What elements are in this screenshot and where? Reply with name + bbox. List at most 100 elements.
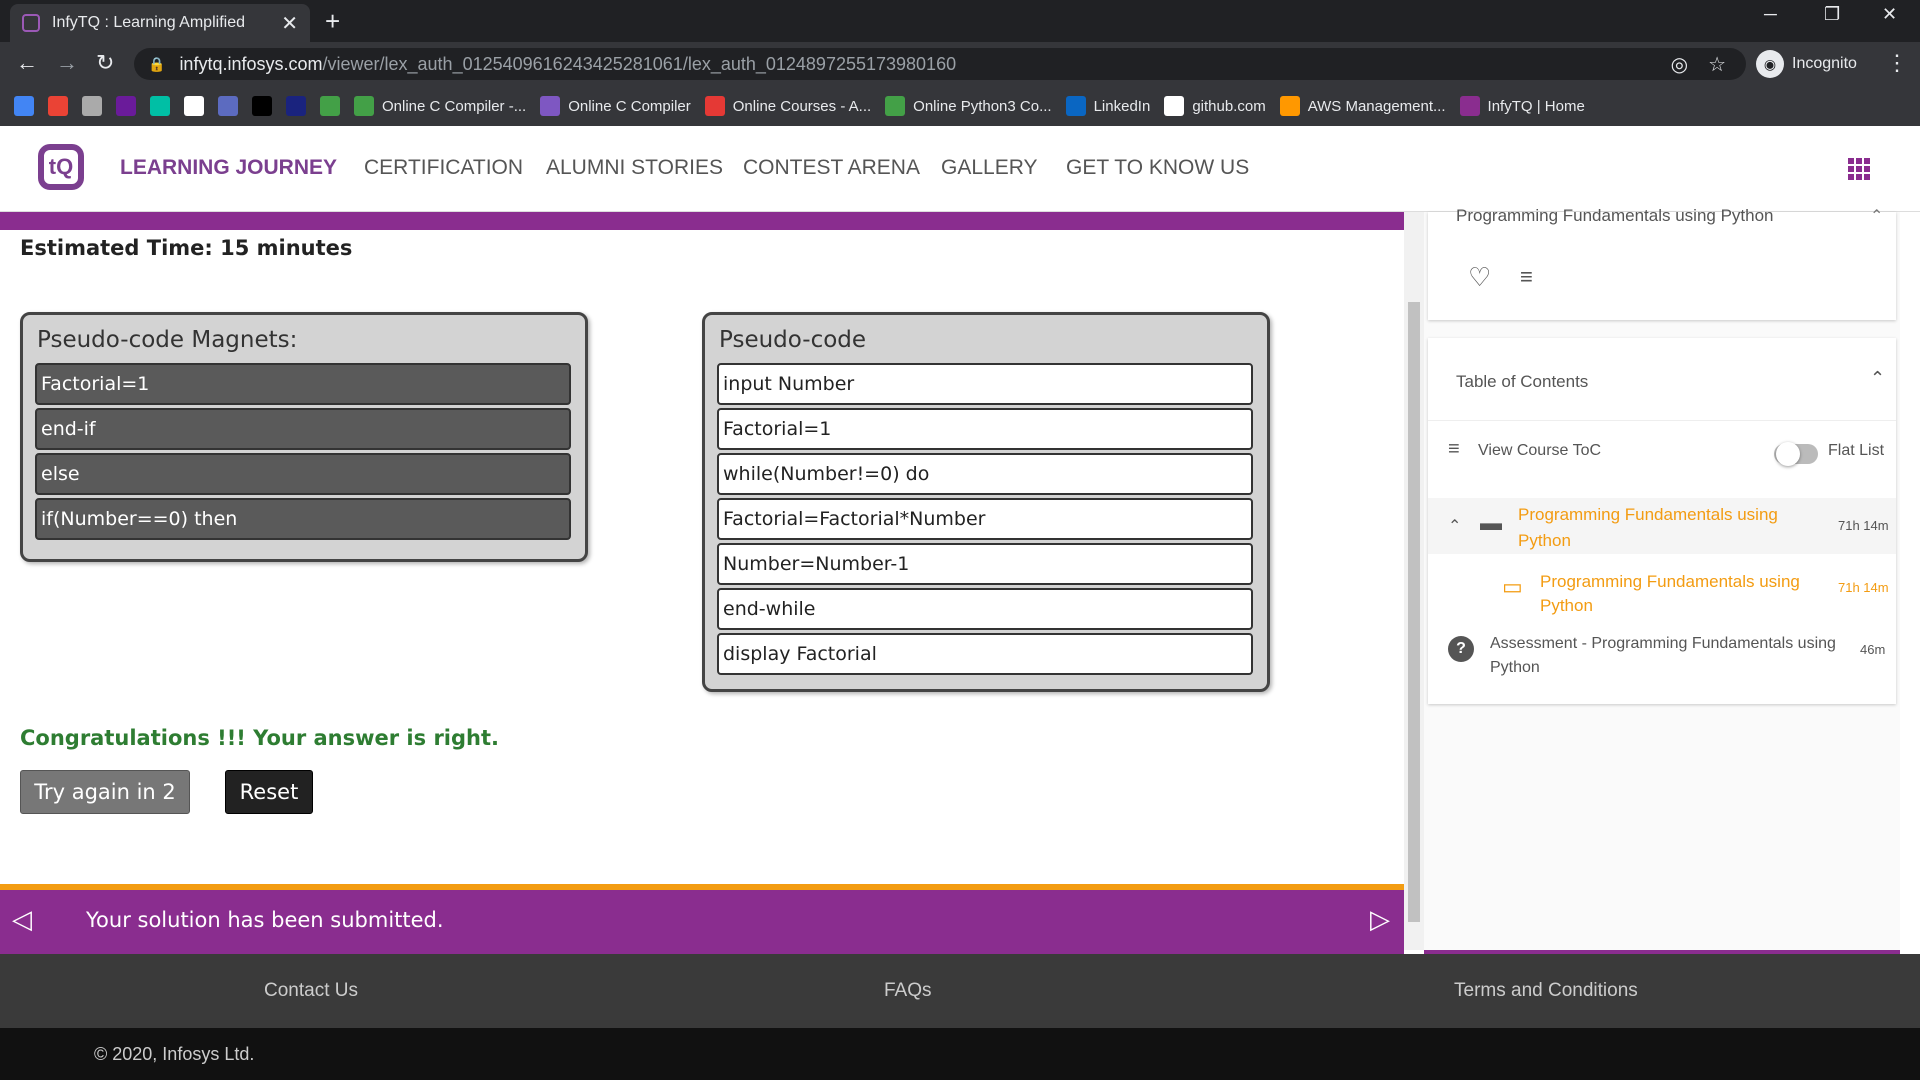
bookmark-item[interactable] <box>82 96 102 116</box>
contact-us-link[interactable]: Contact Us <box>264 980 358 1002</box>
try-again-button[interactable]: Try again in 2 <box>20 770 190 814</box>
bookmark-favicon-icon <box>885 96 906 116</box>
course-card: Programming Fundamentals using Python ⌃ … <box>1428 206 1896 320</box>
toc-item-course[interactable]: ▭ Programming Fundamentals using Python … <box>1428 566 1896 618</box>
nav-certification[interactable]: CERTIFICATION <box>364 156 523 180</box>
toc-item-title[interactable]: Assessment - Programming Fundamentals us… <box>1490 632 1840 680</box>
magnet-item[interactable]: else <box>35 453 571 495</box>
infytq-logo[interactable]: tQ <box>38 144 84 190</box>
code-line[interactable]: while(Number!=0) do <box>717 453 1253 495</box>
back-icon[interactable]: ← <box>16 50 38 76</box>
content-scrollbar[interactable] <box>1404 212 1424 950</box>
reload-icon[interactable]: ↻ <box>96 50 114 76</box>
bookmark-item[interactable]: AWS Management... <box>1279 96 1446 116</box>
toc-item-title[interactable]: Programming Fundamentals using Python <box>1518 502 1818 554</box>
forward-icon[interactable]: → <box>56 50 78 76</box>
toc-controls: ≡ View Course ToC Flat List <box>1428 438 1896 468</box>
code-line[interactable]: display Factorial <box>717 633 1253 675</box>
close-window-icon[interactable]: ✕ <box>1882 4 1897 25</box>
new-tab-icon[interactable]: + <box>325 6 340 37</box>
apps-grid-icon[interactable] <box>1848 158 1870 180</box>
chevron-up-icon[interactable]: ⌃ <box>1448 516 1461 536</box>
bookmark-favicon-icon <box>48 96 68 116</box>
bookmark-item[interactable] <box>150 96 170 116</box>
site-footer: Contact Us FAQs Terms and Conditions <box>0 954 1920 1028</box>
code-line[interactable]: input Number <box>717 363 1253 405</box>
toc-item-title[interactable]: Programming Fundamentals using Python <box>1540 570 1820 618</box>
course-sidebar: Programming Fundamentals using Python ⌃ … <box>1424 206 1900 954</box>
browser-tab[interactable]: InfyTQ : Learning Amplified ✕ <box>10 4 310 42</box>
code-line[interactable]: Number=Number-1 <box>717 543 1253 585</box>
url-input[interactable]: 🔒 infytq.infosys.com/viewer/lex_auth_012… <box>134 48 1746 80</box>
minimize-icon[interactable]: ─ <box>1764 4 1777 25</box>
collapse-icon[interactable]: ⌃ <box>1870 206 1883 226</box>
toc-item-module[interactable]: ⌃ ▬ Programming Fundamentals using Pytho… <box>1428 498 1896 554</box>
bookmark-item[interactable]: InfyTQ | Home <box>1459 96 1585 116</box>
next-icon[interactable]: ▷ <box>1370 904 1390 935</box>
bookmark-item[interactable] <box>184 96 204 116</box>
bookmark-item[interactable]: Online Courses - A... <box>704 96 872 116</box>
toc-item-assessment[interactable]: ? Assessment - Programming Fundamentals … <box>1428 630 1896 682</box>
bookmark-item[interactable]: Online C Compiler <box>540 96 691 116</box>
code-line[interactable]: Factorial=Factorial*Number <box>717 498 1253 540</box>
list-icon[interactable]: ≡ <box>1520 264 1533 290</box>
bookmark-label: Online C Compiler -... <box>382 97 527 115</box>
chevron-up-icon[interactable]: ⌃ <box>1870 368 1885 389</box>
flat-list-toggle[interactable] <box>1774 442 1818 466</box>
bookmark-item[interactable] <box>252 96 272 116</box>
browser-menu-icon[interactable]: ⋮ <box>1886 50 1908 76</box>
bookmark-item[interactable] <box>48 96 68 116</box>
scrollbar-thumb[interactable] <box>1408 302 1420 922</box>
bookmark-item[interactable] <box>218 96 238 116</box>
restore-icon[interactable]: ❐ <box>1824 4 1840 25</box>
bookmark-item[interactable] <box>14 96 34 116</box>
nav-gallery[interactable]: GALLERY <box>941 156 1038 180</box>
view-toc-link[interactable]: View Course ToC <box>1478 442 1601 460</box>
nav-alumni-stories[interactable]: ALUMNI STORIES <box>546 156 723 180</box>
terms-link[interactable]: Terms and Conditions <box>1454 980 1638 1002</box>
previous-icon[interactable]: ◁ <box>12 904 32 935</box>
nav-get-to-know-us[interactable]: GET TO KNOW US <box>1066 156 1249 180</box>
incognito-label: Incognito <box>1792 55 1857 72</box>
bookmark-label: Online Python3 Co... <box>913 97 1052 115</box>
code-line[interactable]: end-while <box>717 588 1253 630</box>
reset-button[interactable]: Reset <box>225 770 313 814</box>
toc-item-duration: 46m <box>1860 642 1886 657</box>
bookmark-favicon-icon <box>540 96 561 116</box>
bookmark-item[interactable]: LinkedIn <box>1065 96 1150 116</box>
url-path: /viewer/lex_auth_012540961624342528106​1… <box>322 53 957 74</box>
heart-icon[interactable]: ♡ <box>1468 262 1491 293</box>
bookmark-label: Online Courses - A... <box>732 97 872 115</box>
faqs-link[interactable]: FAQs <box>884 980 932 1002</box>
bookmark-item[interactable] <box>320 96 340 116</box>
site-header: tQ LEARNING JOURNEY CERTIFICATION ALUMNI… <box>0 126 1920 212</box>
folder-icon: ▬ <box>1480 510 1502 535</box>
player-toolbar <box>0 212 1404 230</box>
bookmark-item[interactable]: Online C Compiler -... <box>354 96 526 116</box>
bookmark-item[interactable]: github.com <box>1164 96 1266 116</box>
bookmark-item[interactable]: Online Python3 Co... <box>885 96 1052 116</box>
close-tab-icon[interactable]: ✕ <box>281 11 298 36</box>
bookmark-favicon-icon <box>184 96 204 116</box>
estimated-time: Estimated Time: 15 minutes <box>20 236 353 260</box>
magnet-item[interactable]: if(Number==0) then <box>35 498 571 540</box>
magnets-title: Pseudo-code Magnets: <box>37 327 298 353</box>
incognito-indicator[interactable]: ◉ Incognito <box>1756 50 1857 78</box>
nav-contest-arena[interactable]: CONTEST ARENA <box>743 156 920 180</box>
bookmark-star-icon[interactable]: ☆ <box>1708 52 1726 77</box>
code-line[interactable]: Factorial=1 <box>717 408 1253 450</box>
bookmark-favicon-icon <box>252 96 272 116</box>
bookmark-item[interactable] <box>286 96 306 116</box>
bookmark-favicon-icon <box>320 96 340 116</box>
magnet-item[interactable]: end-if <box>35 408 571 450</box>
nav-learning-journey[interactable]: LEARNING JOURNEY <box>120 156 337 180</box>
incognito-icon: ◉ <box>1756 50 1784 78</box>
tracking-off-icon[interactable]: ◎ <box>1671 52 1688 77</box>
address-bar-row: ← → ↻ 🔒 infytq.infosys.com/viewer/lex_au… <box>0 42 1920 86</box>
bookmark-favicon-icon <box>704 96 725 116</box>
bookmark-favicon-icon <box>218 96 238 116</box>
bookmark-favicon-icon <box>14 96 34 116</box>
bookmark-label: InfyTQ | Home <box>1487 97 1585 115</box>
bookmark-item[interactable] <box>116 96 136 116</box>
magnet-item[interactable]: Factorial=1 <box>35 363 571 405</box>
